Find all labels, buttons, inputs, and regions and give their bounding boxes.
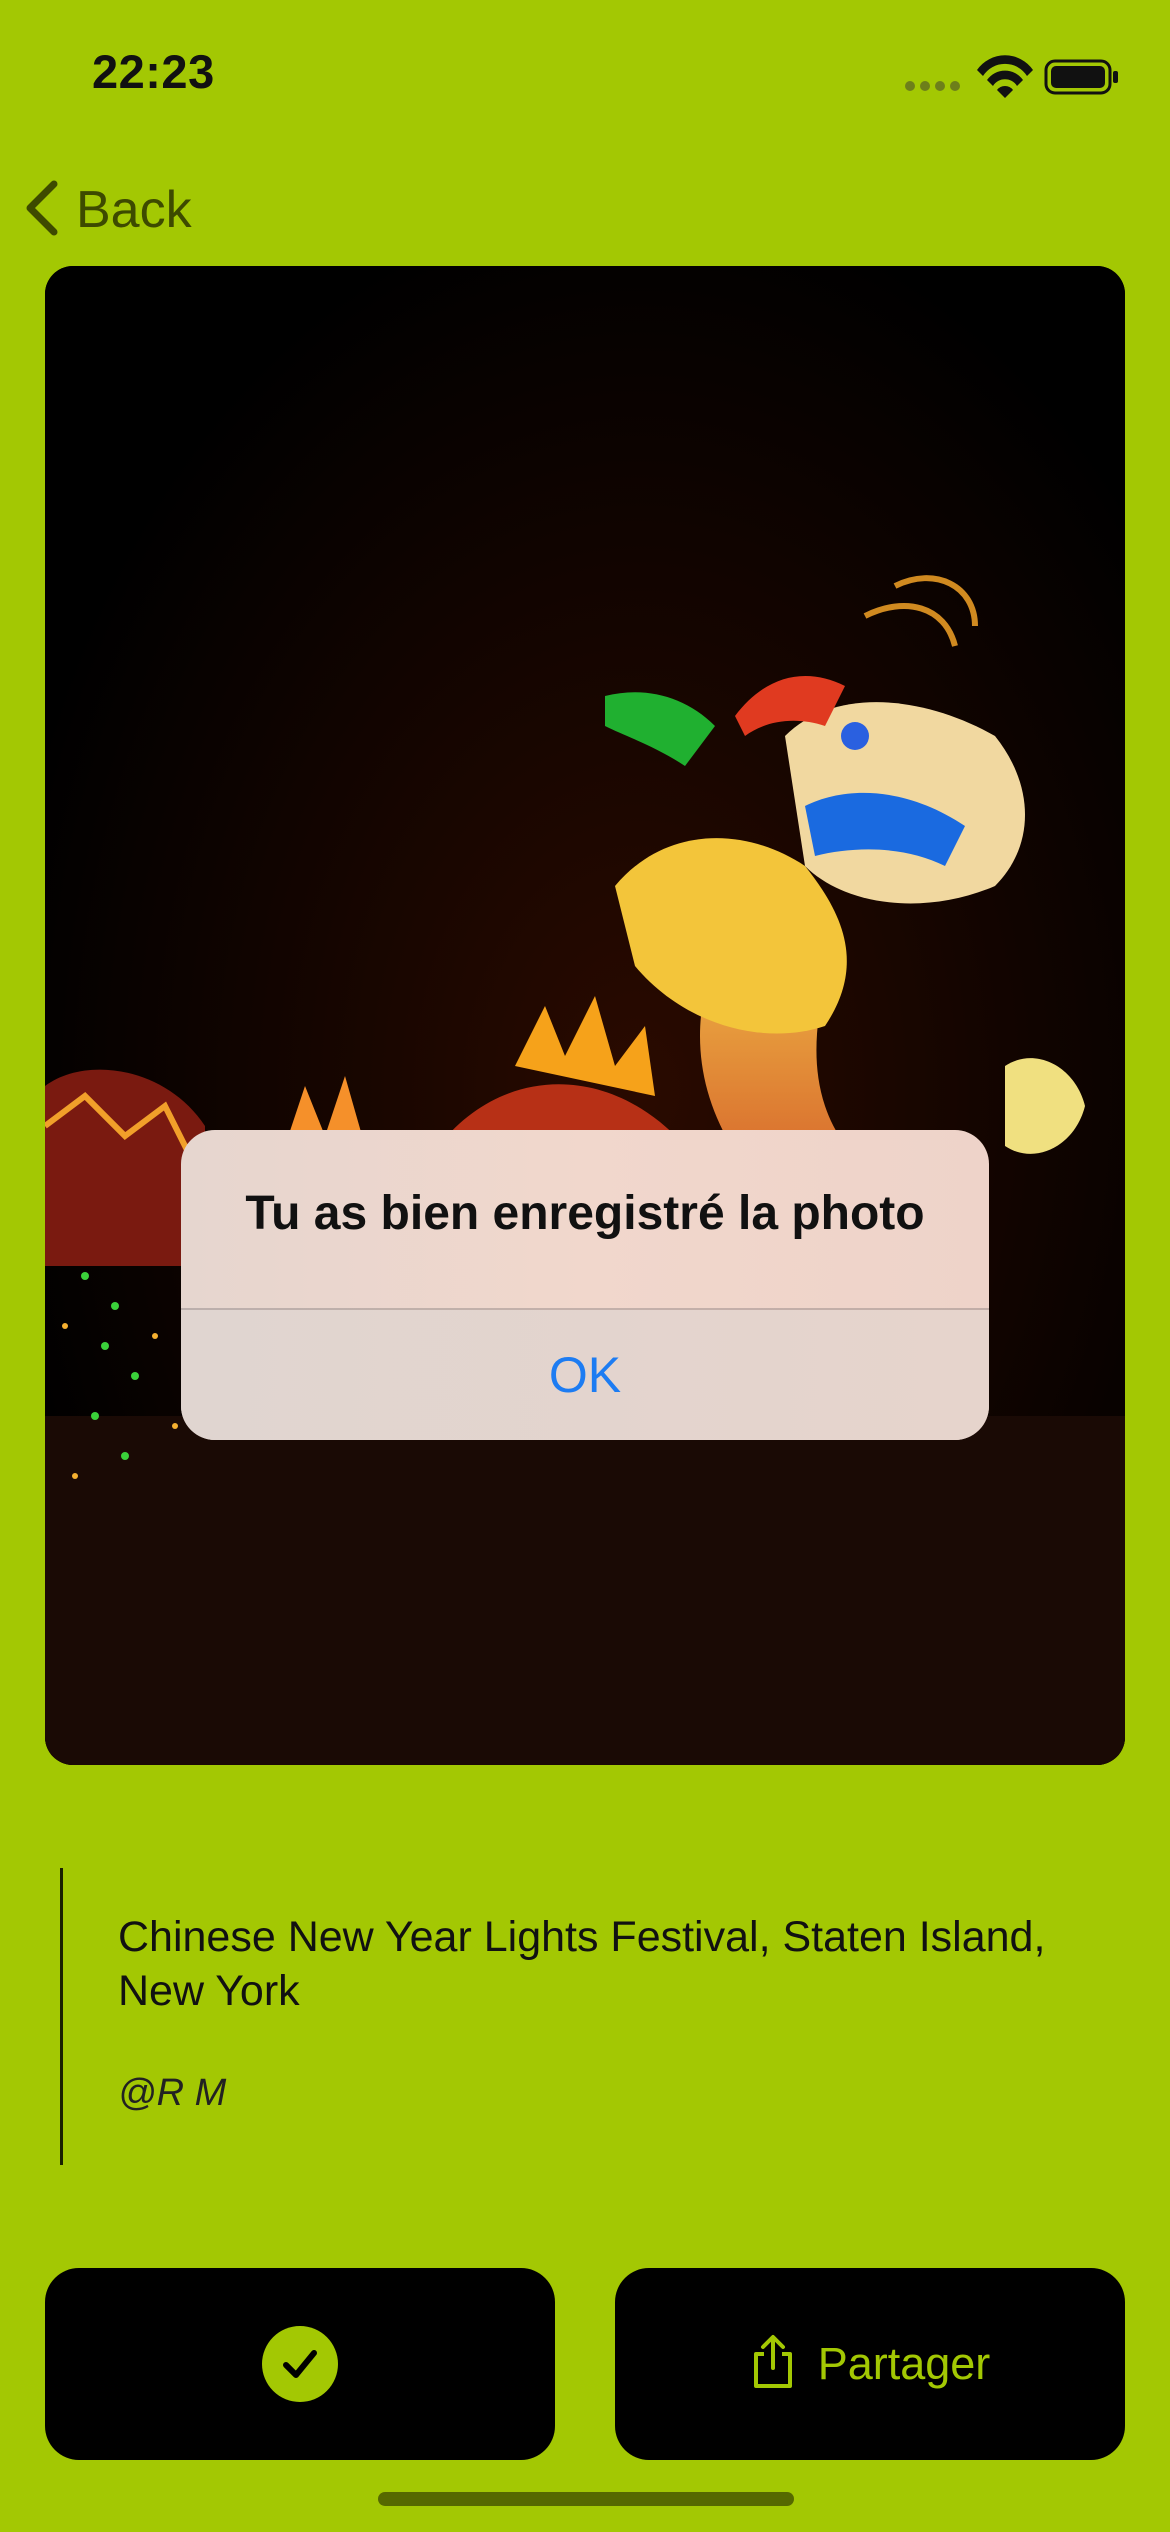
wifi-icon xyxy=(977,55,1033,98)
checkmark-circle-icon xyxy=(262,2326,338,2402)
save-confirmation-alert: Tu as bien enregistré la photo OK xyxy=(181,1130,989,1440)
caption-line-2: New York xyxy=(118,1967,300,2015)
dragon-lantern-image xyxy=(45,266,1125,1765)
save-button[interactable] xyxy=(45,2268,555,2460)
caption-quote-bar xyxy=(60,1868,63,2165)
caption-line-1: Chinese New Year Lights Festival, Staten… xyxy=(118,1913,1046,1961)
share-button[interactable]: Partager xyxy=(615,2268,1125,2460)
status-icons xyxy=(900,52,1120,102)
photo-caption: Chinese New Year Lights Festival, Staten… xyxy=(118,1910,1148,2018)
share-label: Partager xyxy=(817,2338,991,2389)
signal-icon xyxy=(905,81,960,91)
back-label: Back xyxy=(76,181,192,239)
home-indicator[interactable] xyxy=(378,2492,794,2506)
chevron-left-icon xyxy=(22,178,62,243)
alert-ok-button[interactable]: OK xyxy=(181,1310,989,1440)
photo-credit: @R M xyxy=(118,2072,227,2114)
photo-view[interactable] xyxy=(45,266,1125,1765)
status-time: 22:23 xyxy=(92,45,215,98)
share-icon xyxy=(750,2334,796,2395)
alert-title: Tu as bien enregistré la photo xyxy=(245,1187,925,1240)
battery-icon xyxy=(1044,59,1118,95)
back-button[interactable]: Back xyxy=(22,170,192,250)
